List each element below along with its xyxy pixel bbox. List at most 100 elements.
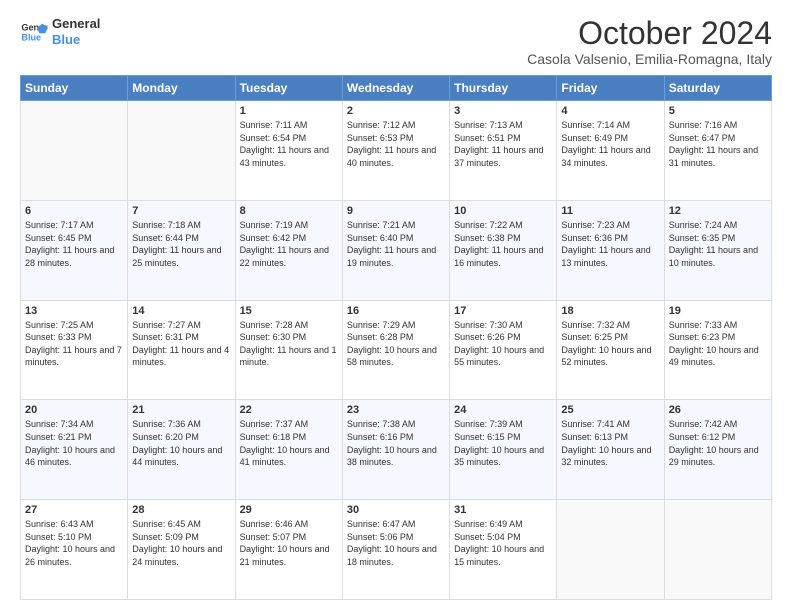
day-number: 12 [669, 205, 767, 217]
location-subtitle: Casola Valsenio, Emilia-Romagna, Italy [527, 51, 772, 67]
calendar-cell: 16 Sunrise: 7:29 AMSunset: 6:28 PMDayligh… [342, 300, 449, 400]
svg-text:Blue: Blue [21, 32, 41, 42]
day-number: 4 [561, 105, 659, 117]
calendar-cell: 2 Sunrise: 7:12 AMSunset: 6:53 PMDaylight… [342, 101, 449, 201]
calendar-cell: 20 Sunrise: 7:34 AMSunset: 6:21 PMDayligh… [21, 400, 128, 500]
cell-info: Sunrise: 7:29 AMSunset: 6:28 PMDaylight:… [347, 319, 445, 369]
logo-blue: Blue [52, 32, 100, 48]
cell-info: Sunrise: 7:14 AMSunset: 6:49 PMDaylight:… [561, 119, 659, 169]
header: General Blue General Blue October 2024 C… [20, 16, 772, 67]
cell-info: Sunrise: 6:47 AMSunset: 5:06 PMDaylight:… [347, 518, 445, 568]
day-number: 22 [240, 404, 338, 416]
cell-info: Sunrise: 6:46 AMSunset: 5:07 PMDaylight:… [240, 518, 338, 568]
cell-info: Sunrise: 7:19 AMSunset: 6:42 PMDaylight:… [240, 219, 338, 269]
day-number: 14 [132, 305, 230, 317]
cell-info: Sunrise: 7:13 AMSunset: 6:51 PMDaylight:… [454, 119, 552, 169]
calendar-cell: 10 Sunrise: 7:22 AMSunset: 6:38 PMDayligh… [450, 200, 557, 300]
calendar-cell: 24Sunrise: 7:39 AMSunset: 6:15 PMDayligh… [450, 400, 557, 500]
calendar-cell: 1 Sunrise: 7:11 AMSunset: 6:54 PMDaylight… [235, 101, 342, 201]
cell-info: Sunrise: 6:43 AMSunset: 5:10 PMDaylight:… [25, 518, 123, 568]
cell-info: Sunrise: 7:36 AMSunset: 6:20 PMDaylight:… [132, 418, 230, 468]
cell-info: Sunrise: 7:33 AMSunset: 6:23 PMDaylight:… [669, 319, 767, 369]
cell-info: Sunrise: 7:28 AMSunset: 6:30 PMDaylight:… [240, 319, 338, 369]
cell-info: Sunrise: 7:12 AMSunset: 6:53 PMDaylight:… [347, 119, 445, 169]
col-header-thursday: Thursday [450, 76, 557, 101]
day-number: 27 [25, 504, 123, 516]
cell-info: Sunrise: 7:24 AMSunset: 6:35 PMDaylight:… [669, 219, 767, 269]
calendar-cell: 17Sunrise: 7:30 AMSunset: 6:26 PMDayligh… [450, 300, 557, 400]
day-number: 16 [347, 305, 445, 317]
calendar-cell: 19 Sunrise: 7:33 AMSunset: 6:23 PMDayligh… [664, 300, 771, 400]
day-number: 21 [132, 404, 230, 416]
calendar-cell: 26Sunrise: 7:42 AMSunset: 6:12 PMDayligh… [664, 400, 771, 500]
cell-info: Sunrise: 7:37 AMSunset: 6:18 PMDaylight:… [240, 418, 338, 468]
day-number: 6 [25, 205, 123, 217]
day-number: 5 [669, 105, 767, 117]
day-number: 1 [240, 105, 338, 117]
cell-info: Sunrise: 7:16 AMSunset: 6:47 PMDaylight:… [669, 119, 767, 169]
cell-info: Sunrise: 7:18 AMSunset: 6:44 PMDaylight:… [132, 219, 230, 269]
day-number: 10 [454, 205, 552, 217]
logo-general: General [52, 16, 100, 32]
calendar-week-2: 6 Sunrise: 7:17 AMSunset: 6:45 PMDaylight… [21, 200, 772, 300]
day-number: 8 [240, 205, 338, 217]
logo: General Blue General Blue [20, 16, 100, 47]
col-header-tuesday: Tuesday [235, 76, 342, 101]
cell-info: Sunrise: 7:27 AMSunset: 6:31 PMDaylight:… [132, 319, 230, 369]
col-header-wednesday: Wednesday [342, 76, 449, 101]
day-number: 9 [347, 205, 445, 217]
cell-info: Sunrise: 7:41 AMSunset: 6:13 PMDaylight:… [561, 418, 659, 468]
calendar-cell: 23Sunrise: 7:38 AMSunset: 6:16 PMDayligh… [342, 400, 449, 500]
calendar-week-5: 27 Sunrise: 6:43 AMSunset: 5:10 PMDayligh… [21, 500, 772, 600]
calendar-cell [664, 500, 771, 600]
month-title: October 2024 [527, 16, 772, 51]
cell-info: Sunrise: 7:32 AMSunset: 6:25 PMDaylight:… [561, 319, 659, 369]
day-number: 20 [25, 404, 123, 416]
day-number: 7 [132, 205, 230, 217]
calendar-cell: 12 Sunrise: 7:24 AMSunset: 6:35 PMDayligh… [664, 200, 771, 300]
calendar-cell: 7 Sunrise: 7:18 AMSunset: 6:44 PMDaylight… [128, 200, 235, 300]
calendar-cell: 4 Sunrise: 7:14 AMSunset: 6:49 PMDaylight… [557, 101, 664, 201]
calendar-cell [128, 101, 235, 201]
day-number: 24 [454, 404, 552, 416]
cell-info: Sunrise: 7:30 AMSunset: 6:26 PMDaylight:… [454, 319, 552, 369]
day-number: 30 [347, 504, 445, 516]
day-number: 3 [454, 105, 552, 117]
calendar-cell: 6 Sunrise: 7:17 AMSunset: 6:45 PMDaylight… [21, 200, 128, 300]
calendar-cell: 25 Sunrise: 7:41 AMSunset: 6:13 PMDayligh… [557, 400, 664, 500]
calendar-cell: 5 Sunrise: 7:16 AMSunset: 6:47 PMDaylight… [664, 101, 771, 201]
cell-info: Sunrise: 7:34 AMSunset: 6:21 PMDaylight:… [25, 418, 123, 468]
cell-info: Sunrise: 7:11 AMSunset: 6:54 PMDaylight:… [240, 119, 338, 169]
calendar-cell: 9 Sunrise: 7:21 AMSunset: 6:40 PMDaylight… [342, 200, 449, 300]
calendar-week-1: 1 Sunrise: 7:11 AMSunset: 6:54 PMDaylight… [21, 101, 772, 201]
day-number: 19 [669, 305, 767, 317]
title-block: October 2024 Casola Valsenio, Emilia-Rom… [527, 16, 772, 67]
col-header-saturday: Saturday [664, 76, 771, 101]
logo-icon: General Blue [20, 18, 48, 46]
cell-info: Sunrise: 7:22 AMSunset: 6:38 PMDaylight:… [454, 219, 552, 269]
calendar-cell: 21 Sunrise: 7:36 AMSunset: 6:20 PMDayligh… [128, 400, 235, 500]
calendar-cell: 3 Sunrise: 7:13 AMSunset: 6:51 PMDaylight… [450, 101, 557, 201]
day-number: 2 [347, 105, 445, 117]
page: General Blue General Blue October 2024 C… [0, 0, 792, 612]
cell-info: Sunrise: 6:45 AMSunset: 5:09 PMDaylight:… [132, 518, 230, 568]
day-number: 26 [669, 404, 767, 416]
cell-info: Sunrise: 7:23 AMSunset: 6:36 PMDaylight:… [561, 219, 659, 269]
calendar-cell: 11 Sunrise: 7:23 AMSunset: 6:36 PMDayligh… [557, 200, 664, 300]
calendar-cell: 14 Sunrise: 7:27 AMSunset: 6:31 PMDayligh… [128, 300, 235, 400]
calendar-cell: 28Sunrise: 6:45 AMSunset: 5:09 PMDayligh… [128, 500, 235, 600]
cell-info: Sunrise: 7:21 AMSunset: 6:40 PMDaylight:… [347, 219, 445, 269]
calendar-week-3: 13Sunrise: 7:25 AMSunset: 6:33 PMDayligh… [21, 300, 772, 400]
cell-info: Sunrise: 7:17 AMSunset: 6:45 PMDaylight:… [25, 219, 123, 269]
calendar-cell: 15Sunrise: 7:28 AMSunset: 6:30 PMDayligh… [235, 300, 342, 400]
calendar-table: SundayMondayTuesdayWednesdayThursdayFrid… [20, 75, 772, 600]
calendar-cell [21, 101, 128, 201]
day-number: 25 [561, 404, 659, 416]
col-header-friday: Friday [557, 76, 664, 101]
calendar-cell: 18Sunrise: 7:32 AMSunset: 6:25 PMDayligh… [557, 300, 664, 400]
day-number: 11 [561, 205, 659, 217]
calendar-header-row: SundayMondayTuesdayWednesdayThursdayFrid… [21, 76, 772, 101]
day-number: 13 [25, 305, 123, 317]
calendar-cell [557, 500, 664, 600]
day-number: 31 [454, 504, 552, 516]
